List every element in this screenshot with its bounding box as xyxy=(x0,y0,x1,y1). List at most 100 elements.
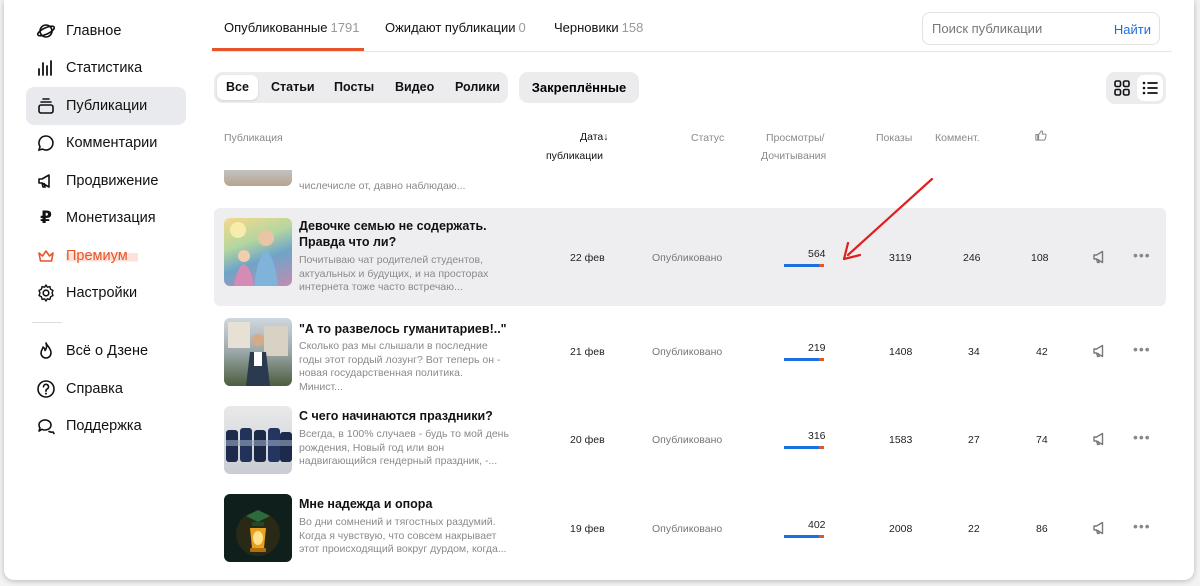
likes-count: 42 xyxy=(1036,346,1048,358)
impressions-count: 2008 xyxy=(889,523,913,535)
sidebar-item-publications[interactable]: Публикации xyxy=(26,87,186,125)
publication-date: 21 фев xyxy=(570,346,605,358)
tab-label: Ожидают публикации xyxy=(385,20,516,35)
sidebar-item-label: Премиум xyxy=(66,248,138,264)
post-title[interactable]: Мне надежда и опора xyxy=(299,496,509,512)
publication-date: 20 фев xyxy=(570,434,605,446)
column-header-date[interactable]: Дата↓ xyxy=(580,131,609,143)
filter-video[interactable]: Видео xyxy=(386,75,443,100)
status-label: Опубликовано xyxy=(652,252,723,264)
more-options-icon[interactable]: ••• xyxy=(1133,518,1151,534)
sidebar-item-label: Статистика xyxy=(66,60,143,76)
tab-count: 1791 xyxy=(330,20,360,35)
column-header-label: Дата xyxy=(580,131,604,143)
sidebar-item-label: Монетизация xyxy=(66,210,156,226)
post-title[interactable]: "А то развелось гуманитариев!.." xyxy=(299,321,509,337)
search-box: Найти xyxy=(922,12,1160,45)
column-header-publication: Публикация xyxy=(224,132,283,144)
tab-count: 0 xyxy=(518,20,526,35)
promote-megaphone-icon[interactable] xyxy=(1092,343,1108,364)
sidebar-item-label: Настройки xyxy=(66,285,138,301)
likes-count: 86 xyxy=(1036,523,1048,535)
sidebar-item-promotion[interactable]: Продвижение xyxy=(26,162,186,200)
post-thumbnail xyxy=(224,494,292,562)
views-count: 316 xyxy=(808,430,826,442)
sidebar-item-label: Всё о Дзене xyxy=(66,343,149,359)
list-icon xyxy=(1142,81,1158,95)
status-label: Опубликовано xyxy=(652,434,723,446)
chat-icon xyxy=(36,416,56,436)
bar-chart-icon xyxy=(36,58,56,78)
pinned-button[interactable]: Закреплённые xyxy=(519,72,639,103)
column-header-likes[interactable] xyxy=(1034,129,1047,145)
tab-scheduled[interactable]: Ожидают публикации 0 xyxy=(385,20,526,35)
sidebar-item-label: Публикации xyxy=(66,98,148,114)
sort-arrow-down-icon: ↓ xyxy=(603,131,609,143)
sidebar-item-monetization[interactable]: ₽ Монетизация xyxy=(26,199,186,237)
more-options-icon[interactable]: ••• xyxy=(1133,247,1151,263)
read-through-bar xyxy=(784,264,824,267)
sidebar-item-help[interactable]: Справка xyxy=(26,370,186,408)
tab-count: 158 xyxy=(621,20,644,35)
views-count: 219 xyxy=(808,342,826,354)
sidebar-item-label: Главное xyxy=(66,23,122,39)
post-title[interactable]: Девочке семью не содержать. Правда что л… xyxy=(299,218,509,250)
post-description: Почитываю чат родителей студентов, актуа… xyxy=(299,254,489,293)
megaphone-icon xyxy=(36,171,56,191)
sidebar-item-settings[interactable]: Настройки xyxy=(26,274,186,312)
flame-icon xyxy=(36,341,56,361)
more-options-icon[interactable]: ••• xyxy=(1133,429,1151,445)
filter-posts[interactable]: Посты xyxy=(325,75,383,100)
column-header-impressions[interactable]: Показы xyxy=(876,132,912,144)
content-type-filter: Все Статьи Посты Видео Ролики xyxy=(214,72,508,103)
promote-megaphone-icon[interactable] xyxy=(1092,431,1108,452)
post-thumbnail xyxy=(224,318,292,386)
tab-label: Опубликованные xyxy=(224,20,328,35)
post-thumbnail xyxy=(224,406,292,474)
post-title[interactable]: С чего начинаются праздники? xyxy=(299,408,509,424)
sidebar: Главное Статистика Публикации Комментари… xyxy=(4,0,204,580)
sidebar-item-support[interactable]: Поддержка xyxy=(26,407,186,445)
post-description: Всегда, в 100% случаев - будь то мой ден… xyxy=(299,428,509,467)
comments-count: 34 xyxy=(968,346,980,358)
comments-count: 27 xyxy=(968,434,980,446)
filter-articles[interactable]: Статьи xyxy=(262,75,324,100)
tab-label: Черновики xyxy=(554,20,619,35)
active-tab-indicator xyxy=(212,48,364,51)
publication-date: 22 фев xyxy=(570,252,605,264)
app-window: Главное Статистика Публикации Комментари… xyxy=(4,0,1194,580)
filter-shorts[interactable]: Ролики xyxy=(446,75,509,100)
column-header-status: Статус xyxy=(691,132,725,144)
sidebar-item-label: Справка xyxy=(66,381,123,397)
tab-published[interactable]: Опубликованные 1791 xyxy=(224,20,359,35)
sidebar-item-stats[interactable]: Статистика xyxy=(26,49,186,87)
column-header-views[interactable]: Просмотры/ xyxy=(766,132,824,144)
crown-icon xyxy=(36,246,56,266)
sidebar-item-home[interactable]: Главное xyxy=(26,12,186,50)
comment-icon xyxy=(36,133,56,153)
list-view-button[interactable] xyxy=(1137,75,1163,101)
sidebar-divider xyxy=(32,322,62,323)
filter-all[interactable]: Все xyxy=(217,75,258,100)
search-input[interactable] xyxy=(932,21,1102,36)
sidebar-item-premium[interactable]: Премиум xyxy=(26,237,186,275)
promote-megaphone-icon[interactable] xyxy=(1092,249,1108,270)
status-label: Опубликовано xyxy=(652,346,723,358)
table-row-partial[interactable] xyxy=(224,170,294,186)
view-toggle xyxy=(1106,72,1166,104)
sidebar-item-label: Комментарии xyxy=(66,135,158,151)
column-header-date-line2: публикации xyxy=(546,150,603,162)
column-header-comments[interactable]: Коммент. xyxy=(935,132,980,144)
search-button[interactable]: Найти xyxy=(1114,22,1151,37)
more-options-icon[interactable]: ••• xyxy=(1133,341,1151,357)
read-through-bar xyxy=(784,358,824,361)
sidebar-item-comments[interactable]: Комментарии xyxy=(26,124,186,162)
status-label: Опубликовано xyxy=(652,523,723,535)
promote-megaphone-icon[interactable] xyxy=(1092,520,1108,541)
stack-icon xyxy=(36,96,56,116)
grid-view-button[interactable] xyxy=(1109,75,1135,101)
sidebar-item-about-dzen[interactable]: Всё о Дзене xyxy=(26,332,186,370)
tab-drafts[interactable]: Черновики 158 xyxy=(554,20,643,35)
annotation-arrow-icon xyxy=(842,177,934,261)
gear-icon xyxy=(36,283,56,303)
